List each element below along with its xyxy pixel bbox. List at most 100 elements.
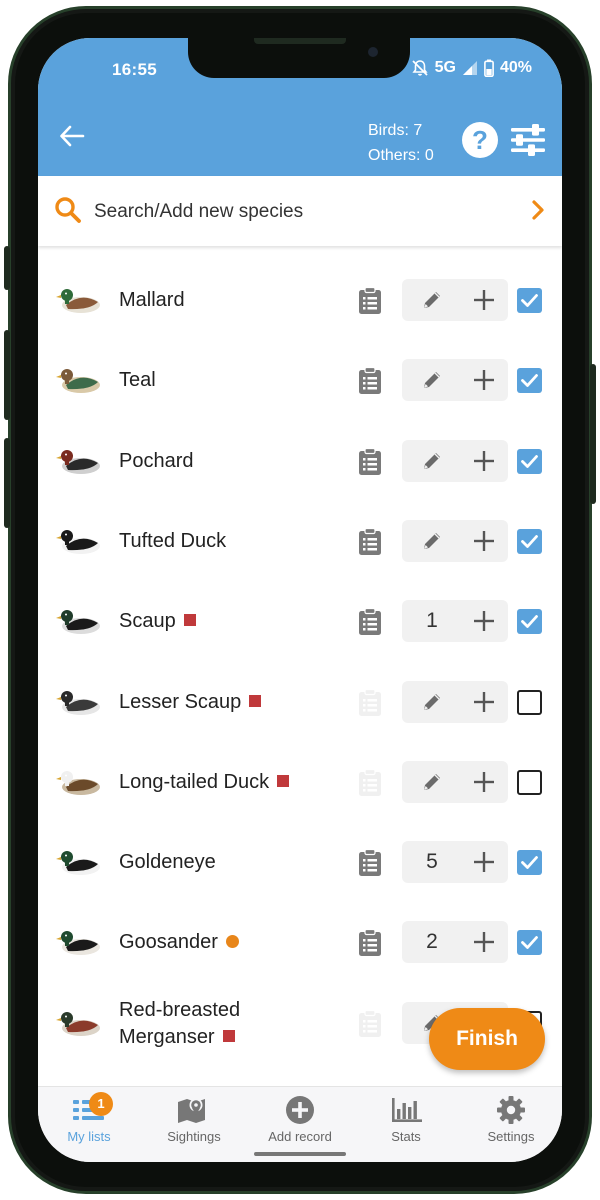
notes-clipboard-icon[interactable] bbox=[358, 447, 382, 476]
species-row[interactable]: Long-tailed Duck bbox=[38, 742, 562, 822]
nav-tab-add-record[interactable]: Add record bbox=[250, 1095, 350, 1155]
species-checkbox[interactable] bbox=[517, 930, 542, 956]
increment-button[interactable] bbox=[464, 841, 504, 883]
battery-label: 40% bbox=[499, 59, 532, 76]
notes-clipboard-icon[interactable] bbox=[358, 688, 382, 717]
my-lists-badge: 1 bbox=[89, 1092, 113, 1116]
edit-count-button[interactable] bbox=[402, 681, 462, 723]
count-control: 1 bbox=[402, 600, 508, 643]
increment-button[interactable] bbox=[464, 761, 504, 803]
species-checkbox[interactable] bbox=[517, 288, 542, 313]
rarity-square-icon bbox=[183, 614, 196, 627]
edit-count-button[interactable] bbox=[402, 761, 462, 803]
increment-button[interactable] bbox=[464, 520, 504, 562]
edit-count-button[interactable] bbox=[402, 440, 462, 482]
others-count: Others: 0 bbox=[368, 147, 434, 164]
species-checkbox[interactable] bbox=[517, 528, 542, 554]
species-checkbox[interactable] bbox=[517, 448, 542, 474]
notes-clipboard-icon[interactable] bbox=[358, 608, 382, 636]
birds-count: Birds: 7 bbox=[368, 122, 423, 139]
species-name-text: Goosander bbox=[119, 931, 218, 954]
pencil-icon bbox=[424, 292, 440, 308]
species-name: Scaup bbox=[119, 610, 196, 633]
app-header: 16:55 5G 40% Birds: 7 Others: 0 ? bbox=[38, 38, 562, 176]
nav-label-sightings: Sightings bbox=[167, 1129, 221, 1144]
notes-clipboard-icon[interactable] bbox=[358, 367, 382, 395]
increment-button[interactable] bbox=[464, 279, 504, 321]
edit-count-button[interactable] bbox=[402, 520, 462, 562]
species-row[interactable]: Goosander 2 bbox=[38, 902, 562, 982]
species-row[interactable]: Mallard bbox=[38, 260, 562, 340]
count-control bbox=[402, 439, 508, 482]
plus-icon bbox=[474, 530, 494, 551]
species-row[interactable]: Goldeneye 5 bbox=[38, 822, 562, 902]
species-name: Lesser Scaup bbox=[119, 691, 262, 714]
phone-volume-up bbox=[4, 330, 10, 420]
nav-label-add-record: Add record bbox=[268, 1129, 332, 1144]
species-row[interactable]: Scaup 1 bbox=[38, 581, 562, 661]
nav-tab-sightings[interactable]: Sightings bbox=[144, 1095, 244, 1155]
status-time: 16:55 bbox=[112, 60, 157, 79]
increment-button[interactable] bbox=[464, 600, 504, 642]
bird-illustration-icon bbox=[56, 931, 100, 956]
bird-illustration-icon bbox=[56, 529, 100, 554]
notes-clipboard-icon[interactable] bbox=[358, 527, 382, 556]
species-name: Tufted Duck bbox=[119, 530, 226, 553]
help-icon[interactable]: ? bbox=[462, 122, 498, 158]
species-row[interactable]: Teal bbox=[38, 340, 562, 420]
count-value[interactable]: 2 bbox=[402, 921, 462, 963]
add-circle-icon bbox=[286, 1096, 314, 1124]
nav-label-settings: Settings bbox=[487, 1129, 535, 1144]
species-checkbox[interactable] bbox=[517, 769, 542, 795]
signal-icon bbox=[462, 61, 477, 75]
back-arrow-icon[interactable] bbox=[58, 122, 86, 150]
species-name: Mallard bbox=[119, 289, 185, 312]
nav-tab-stats[interactable]: Stats bbox=[356, 1095, 456, 1155]
bird-illustration-icon bbox=[56, 449, 100, 474]
device-notch bbox=[188, 38, 410, 78]
count-control bbox=[402, 680, 508, 723]
dnd-bell-off-icon bbox=[411, 60, 428, 76]
nav-tab-settings[interactable]: Settings bbox=[461, 1095, 561, 1155]
species-name-text: Tufted Duck bbox=[119, 529, 227, 552]
phone-mute-switch bbox=[4, 246, 10, 290]
species-row[interactable]: Lesser Scaup bbox=[38, 662, 562, 742]
count-control: 2 bbox=[402, 921, 508, 964]
notes-clipboard-icon[interactable] bbox=[358, 287, 382, 315]
notes-clipboard-icon[interactable] bbox=[358, 849, 382, 877]
notes-clipboard-icon[interactable] bbox=[358, 768, 382, 797]
pencil-icon bbox=[424, 532, 440, 549]
bird-illustration-icon bbox=[56, 1011, 100, 1036]
bird-illustration-icon bbox=[56, 770, 100, 795]
species-checkbox[interactable] bbox=[517, 609, 542, 635]
notes-clipboard-icon[interactable] bbox=[358, 929, 382, 957]
phone-volume-down bbox=[4, 438, 10, 528]
count-value[interactable]: 1 bbox=[402, 600, 462, 642]
chevron-right-icon bbox=[532, 200, 544, 220]
nav-tab-my-lists[interactable]: 1 My lists bbox=[39, 1092, 139, 1155]
species-row[interactable]: Pochard bbox=[38, 421, 562, 501]
species-name-text: Mallard bbox=[119, 289, 185, 311]
finish-button[interactable]: Finish bbox=[429, 1008, 545, 1070]
species-checkbox[interactable] bbox=[517, 689, 542, 715]
checkmark-icon bbox=[521, 936, 538, 950]
increment-button[interactable] bbox=[464, 359, 504, 401]
increment-button[interactable] bbox=[464, 440, 504, 482]
plus-icon bbox=[474, 611, 494, 632]
increment-button[interactable] bbox=[464, 681, 504, 723]
checkmark-icon bbox=[521, 294, 538, 307]
species-checkbox[interactable] bbox=[517, 850, 542, 876]
increment-button[interactable] bbox=[464, 921, 504, 963]
checkmark-icon bbox=[521, 856, 538, 869]
species-checkbox[interactable] bbox=[517, 368, 542, 394]
edit-count-button[interactable] bbox=[402, 279, 462, 321]
checkmark-icon bbox=[521, 374, 538, 388]
search-bar[interactable]: Search/Add new species bbox=[38, 176, 562, 246]
plus-icon bbox=[474, 852, 494, 873]
count-value[interactable]: 5 bbox=[402, 841, 462, 883]
species-row[interactable]: Tufted Duck bbox=[38, 501, 562, 581]
notes-clipboard-icon[interactable] bbox=[358, 1009, 382, 1038]
filter-sliders-icon[interactable] bbox=[510, 124, 546, 156]
edit-count-button[interactable] bbox=[402, 359, 462, 401]
rarity-square-icon bbox=[249, 694, 262, 707]
